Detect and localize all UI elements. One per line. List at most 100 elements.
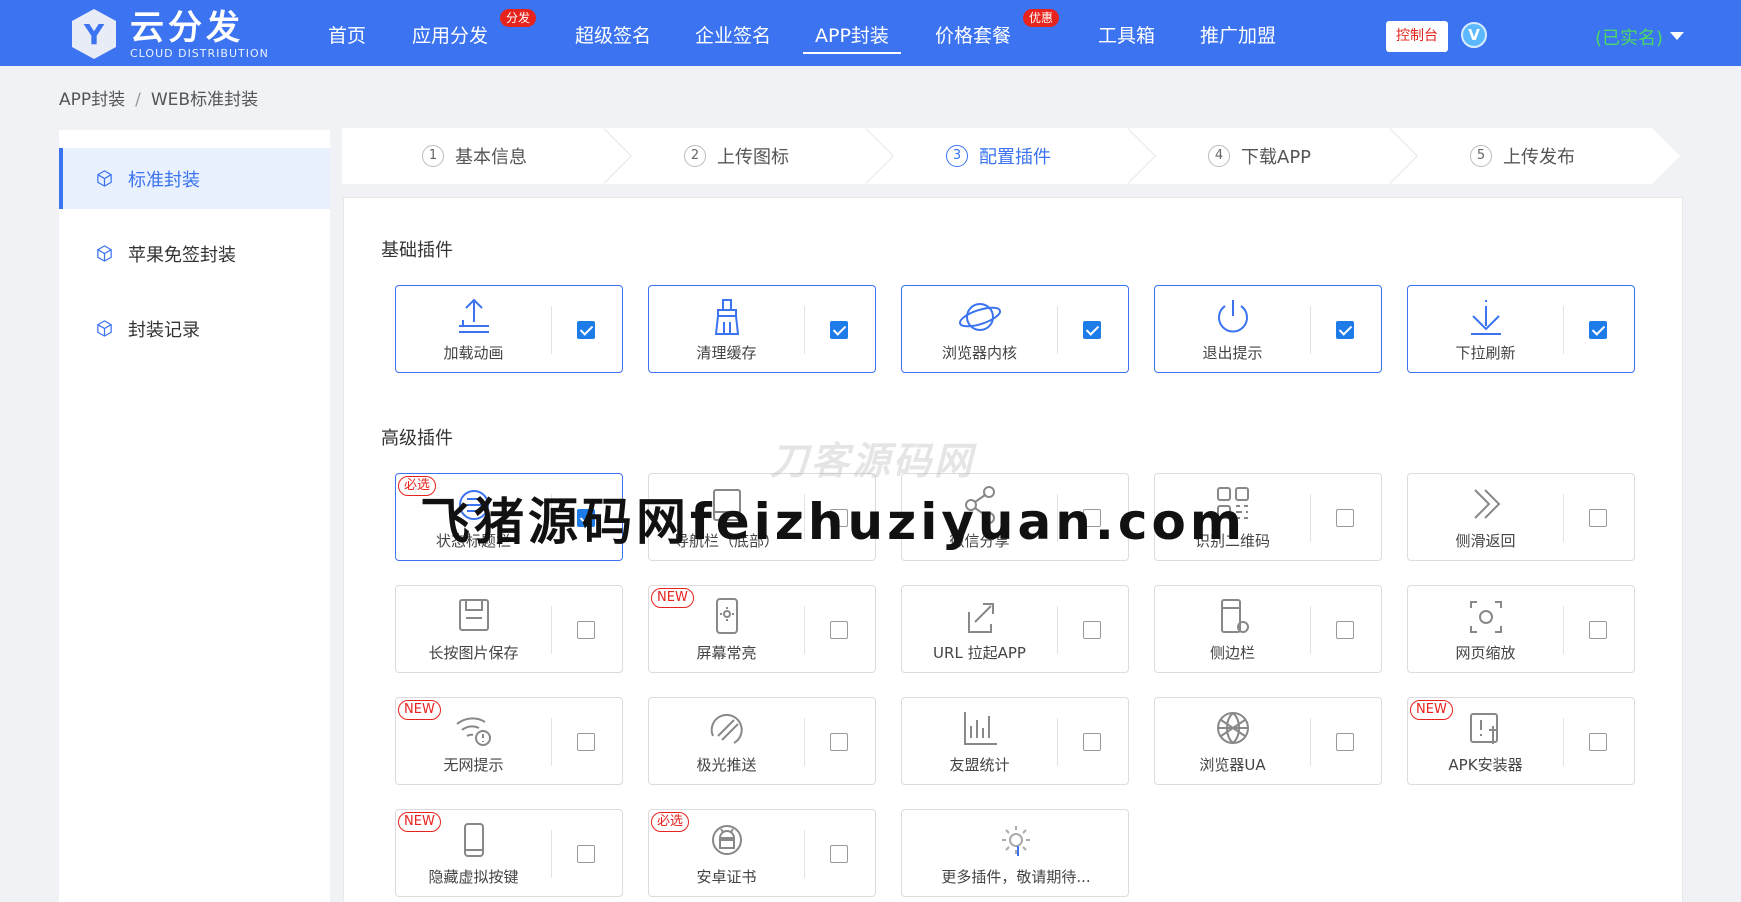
logo[interactable]: Y 云分发 CLOUD DISTRIBUTION [66, 6, 269, 62]
plugin-checkbox[interactable] [1589, 321, 1607, 339]
plugin-checkbox[interactable] [1083, 321, 1101, 339]
plugin-card-browser-ua[interactable]: 浏览器UA [1154, 697, 1382, 785]
more-plugins-label: 更多插件，敬请期待... [941, 868, 1091, 886]
plugin-checkbox[interactable] [1083, 733, 1101, 751]
new-tag: NEW [398, 700, 441, 720]
nav-toolbox[interactable]: 工具箱 [1098, 0, 1155, 66]
sidebar-item-label: 苹果免签封装 [128, 244, 236, 266]
nav-home[interactable]: 首页 [328, 0, 366, 66]
sidebar-item-standard-packaging[interactable]: 标准封装 [59, 148, 330, 209]
plugin-checkbox[interactable] [1336, 509, 1354, 527]
open-external-icon [957, 596, 1003, 638]
plugin-label: URL 拉起APP [933, 644, 1026, 662]
nav-franchise[interactable]: 推广加盟 [1200, 0, 1276, 66]
plugin-checkbox[interactable] [830, 845, 848, 863]
breadcrumb-root[interactable]: APP封装 [59, 90, 125, 110]
plugin-card-sidebar[interactable]: 侧边栏 [1154, 585, 1382, 673]
plugin-card-clear-cache[interactable]: 清理缓存 [648, 285, 876, 373]
nav-app-packaging[interactable]: APP封装 [803, 0, 901, 66]
new-tag: NEW [1410, 700, 1453, 720]
plugin-card-more-coming: 更多插件，敬请期待... [901, 809, 1129, 897]
console-button[interactable]: 控制台 [1386, 21, 1448, 52]
sidebar-item-packaging-records[interactable]: 封装记录 [59, 298, 330, 359]
globe-icon [1210, 708, 1256, 750]
logo-subtitle: CLOUD DISTRIBUTION [130, 46, 269, 60]
plugin-checkbox[interactable] [577, 733, 595, 751]
new-tag: NEW [651, 588, 694, 608]
cube-icon [95, 244, 114, 263]
required-tag: 必选 [651, 812, 690, 832]
plugin-card-swipe-back[interactable]: 侧滑返回 [1407, 473, 1635, 561]
plugin-checkbox[interactable] [830, 733, 848, 751]
step-label: 基本信息 [455, 147, 527, 168]
plugin-label: 退出提示 [1202, 344, 1263, 362]
plugin-card-page-zoom[interactable]: 网页缩放 [1407, 585, 1635, 673]
plugin-checkbox[interactable] [1589, 509, 1607, 527]
plugin-checkbox[interactable] [1083, 621, 1101, 639]
plugin-card-long-press-save[interactable]: 长按图片保存 [395, 585, 623, 673]
plugin-label: 友盟统计 [949, 756, 1010, 774]
plugin-card-pull-refresh[interactable]: 下拉刷新 [1407, 285, 1635, 373]
user-verified-status[interactable]: (已实名) [1595, 24, 1663, 50]
nav-badge-distribution: 分发 [500, 9, 537, 27]
plugin-checkbox[interactable] [577, 845, 595, 863]
vip-badge-icon[interactable]: V [1461, 22, 1487, 48]
plugin-label: APK安装器 [1448, 756, 1523, 774]
plugin-label: 侧边栏 [1209, 644, 1255, 662]
sidebar-item-label: 封装记录 [128, 319, 200, 341]
nav-pricing[interactable]: 价格套餐 [935, 0, 1011, 66]
plugin-card-android-certificate[interactable]: 安卓证书 必选 [648, 809, 876, 897]
plugin-checkbox[interactable] [1589, 733, 1607, 751]
watermark-faint: 刀客源码网 [770, 439, 976, 483]
plugin-card-browser-kernel[interactable]: 浏览器内核 [901, 285, 1129, 373]
bar-chart-icon [957, 708, 1003, 750]
nav-app-distribution[interactable]: 应用分发 [412, 0, 488, 66]
plugin-checkbox[interactable] [830, 321, 848, 339]
caret-down-icon[interactable] [1670, 32, 1684, 40]
zoom-frame-icon [1463, 596, 1509, 638]
logo-letter: Y [83, 18, 105, 51]
breadcrumb-separator: / [135, 90, 141, 110]
plugin-card-loading-animation[interactable]: 加载动画 [395, 285, 623, 373]
plugin-label: 网页缩放 [1455, 644, 1516, 662]
plugin-card-apk-installer[interactable]: APK安装器 NEW [1407, 697, 1635, 785]
sidebar-item-label: 标准封装 [128, 169, 200, 191]
save-icon [451, 596, 497, 638]
plugin-card-url-launch-app[interactable]: URL 拉起APP [901, 585, 1129, 673]
plugin-card-offline-prompt[interactable]: 无网提示 NEW [395, 697, 623, 785]
plugin-checkbox[interactable] [1336, 733, 1354, 751]
plugin-card-umeng-stats[interactable]: 友盟统计 [901, 697, 1129, 785]
upload-icon [451, 296, 497, 338]
plugin-checkbox[interactable] [1589, 621, 1607, 639]
plugin-card-hide-virtual-keys[interactable]: 隐藏虚拟按键 NEW [395, 809, 623, 897]
watermark-text: 飞猪源码网feizhuziyuan.com [420, 493, 1246, 551]
plugin-label: 长按图片保存 [428, 644, 519, 662]
plugin-card-jpush[interactable]: 极光推送 [648, 697, 876, 785]
sidebar: 标准封装 苹果免签封装 封装记录 [59, 130, 330, 902]
breadcrumb-current: WEB标准封装 [150, 90, 259, 110]
plugin-checkbox[interactable] [577, 321, 595, 339]
step-label: 配置插件 [979, 147, 1051, 168]
plugin-card-exit-prompt[interactable]: 退出提示 [1154, 285, 1382, 373]
step-label: 上传发布 [1503, 147, 1575, 168]
plugin-label: 侧滑返回 [1455, 532, 1516, 550]
basic-plugins-title: 基础插件 [381, 240, 453, 261]
step-number: 4 [1208, 145, 1230, 167]
plugin-checkbox[interactable] [1336, 621, 1354, 639]
plugin-label: 极光推送 [696, 756, 757, 774]
plugin-card-keep-screen-on[interactable]: 屏幕常亮 NEW [648, 585, 876, 673]
nav-badge-discount: 优惠 [1023, 9, 1060, 27]
plugin-checkbox[interactable] [577, 621, 595, 639]
step-number: 3 [946, 145, 968, 167]
sidebar-item-ios-nosign-packaging[interactable]: 苹果免签封装 [59, 223, 330, 284]
step-number: 2 [684, 145, 706, 167]
cube-icon [95, 169, 114, 188]
apk-installer-icon [1463, 708, 1509, 750]
step-number: 1 [422, 145, 444, 167]
step-label: 下载APP [1241, 147, 1312, 168]
plugin-checkbox[interactable] [1336, 321, 1354, 339]
nav-super-signature[interactable]: 超级签名 [575, 0, 651, 66]
step-number: 5 [1470, 145, 1492, 167]
plugin-checkbox[interactable] [830, 621, 848, 639]
nav-enterprise-signature[interactable]: 企业签名 [695, 0, 771, 66]
